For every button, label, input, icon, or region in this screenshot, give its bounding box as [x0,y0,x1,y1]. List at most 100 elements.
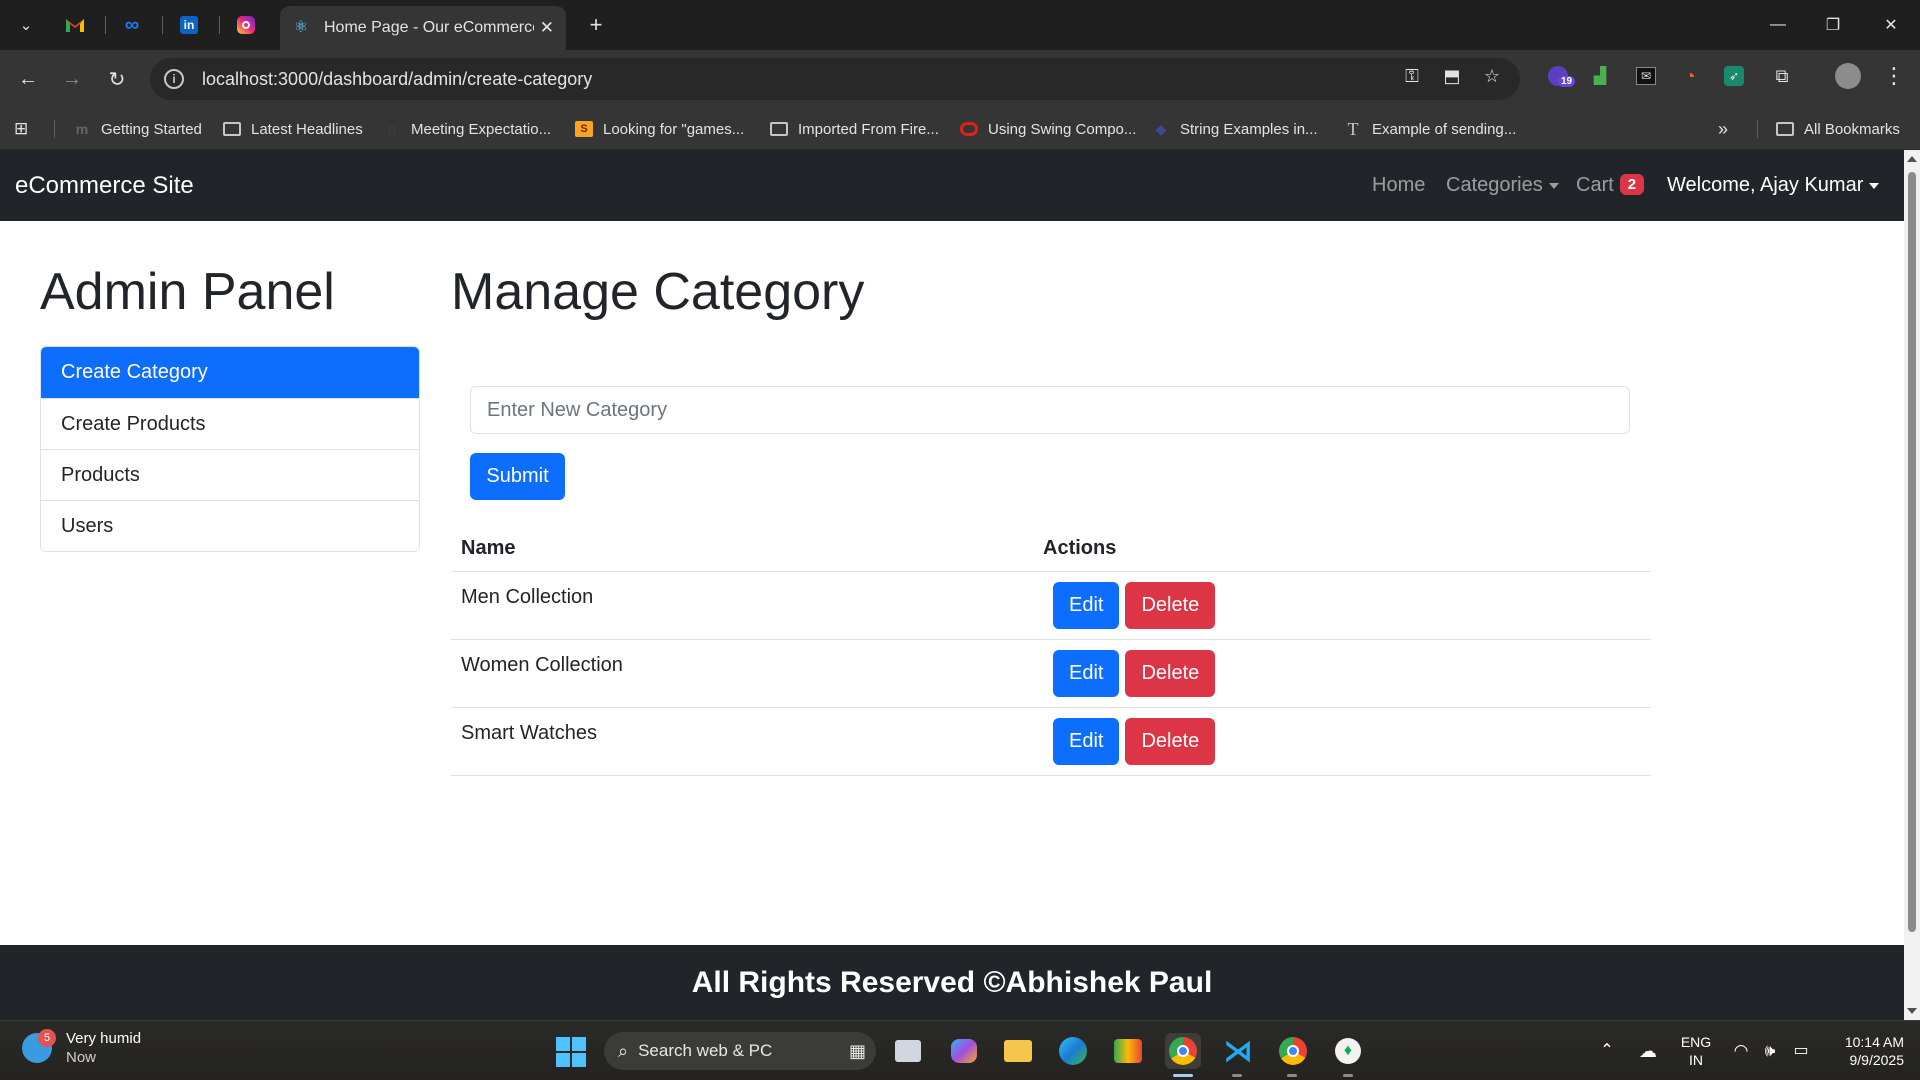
password-key-icon[interactable]: ⚿ [1398,62,1426,90]
mongodb-compass-icon[interactable]: ♦ [1330,1033,1366,1069]
actions-cell: Edit Delete [1033,639,1651,708]
clock[interactable]: 10:14 AM 9/9/2025 [1826,1021,1904,1080]
new-tab-icon[interactable]: + [580,10,612,40]
task-view-icon[interactable] [890,1033,926,1069]
bookmark-using-swing-components[interactable]: Using Swing Compo... [960,118,1136,140]
category-table: Name Actions Men Collection Edit Delete W… [451,527,1651,776]
linkedin-pinned-tab[interactable]: in [169,10,209,40]
search-highlight-icon: ▦ [848,1040,866,1061]
page-viewport: eCommerce Site Home Categories Cart 2 Wel… [0,150,1904,1020]
reload-icon[interactable]: ↻ [101,63,133,95]
tab-divider [219,16,220,34]
sidebar-item-products[interactable]: Products [41,449,419,500]
edit-button[interactable]: Edit [1053,717,1120,765]
copilot-icon[interactable] [946,1033,982,1069]
site-info-icon[interactable]: i [164,69,184,89]
extension-icon[interactable]: 19 [1544,62,1576,90]
install-app-icon[interactable]: ⬒ [1438,62,1466,90]
submit-button[interactable]: Submit [470,453,565,500]
battery-icon[interactable]: ▭ [1789,1021,1813,1080]
back-arrow-icon[interactable]: ← [12,63,44,95]
delete-button[interactable]: Delete [1125,581,1216,629]
bookmark-string-examples[interactable]: ◆ String Examples in... [1152,118,1318,140]
bookmark-label: Latest Headlines [251,120,363,138]
rocket-extension-icon[interactable]: ➶ [1720,62,1748,90]
scroll-up-arrow-icon[interactable] [1907,156,1917,162]
chart-extension-icon[interactable]: ▟ [1586,62,1614,90]
onedrive-cloud-icon[interactable]: ☁ [1634,1021,1662,1080]
meta-pinned-tab[interactable]: ∞ [112,10,152,40]
puzzle-extensions-icon[interactable]: ⧉ [1768,62,1796,90]
profile-avatar[interactable] [1834,62,1862,90]
start-button-windows-icon[interactable] [556,1037,586,1067]
meet-app-icon[interactable] [1110,1033,1146,1069]
taskbar-search-placeholder: Search web & PC [638,1041,773,1060]
volume-icon[interactable]: 🕪 [1758,1021,1782,1080]
chrome-taskbar-icon[interactable] [1165,1033,1201,1069]
weather-condition: Very humid [66,1030,142,1047]
nav-categories-dropdown[interactable]: Categories [1446,174,1559,197]
edit-button[interactable]: Edit [1053,649,1120,697]
taskbar-search-box[interactable]: ⌕ Search web & PC ▦ [604,1032,876,1070]
show-hidden-icons-chevron-icon[interactable]: ⌃ [1597,1021,1617,1080]
nav-categories-label: Categories [1446,174,1543,196]
language-code: ENG [1680,1034,1712,1050]
address-bar[interactable]: i localhost:3000/dashboard/admin/create-… [150,58,1520,100]
wifi-icon[interactable]: ◠ [1729,1021,1753,1080]
linkedin-icon: in [180,16,198,34]
forward-arrow-icon[interactable]: → [56,63,88,95]
apps-grid-icon[interactable]: ⊞ [14,118,28,140]
bookmark-getting-started[interactable]: m Getting Started [73,118,202,140]
orange-extension-icon[interactable]: ◔ [1676,62,1704,90]
vscode-icon[interactable]: ⋊ [1220,1033,1256,1069]
bookmark-latest-headlines[interactable]: Latest Headlines [223,118,363,140]
close-tab-icon[interactable]: ✕ [540,18,554,38]
bookmark-favicon-icon: T [1347,118,1359,139]
bookmark-meeting-expectations[interactable]: ◌ Meeting Expectatio... [383,118,551,140]
footer-copyright-text: All Rights Reserved ©Abhishek Paul [691,965,1213,999]
edit-button[interactable]: Edit [1053,581,1120,629]
instagram-pinned-tab[interactable] [226,10,266,40]
language-indicator[interactable]: ENG IN [1676,1021,1716,1080]
sidebar-item-create-products[interactable]: Create Products [41,398,419,449]
site-brand[interactable]: eCommerce Site [15,172,194,200]
nav-home-link[interactable]: Home [1372,174,1425,197]
close-window-icon[interactable]: ✕ [1868,10,1914,40]
bookmark-star-icon[interactable]: ☆ [1478,62,1506,90]
windows-taskbar: 5 Very humid Now ⌕ Search web & PC ▦ ⋊ ♦… [0,1020,1920,1080]
bookmarks-divider [1757,120,1758,138]
weather-widget[interactable]: 5 Very humid Now [22,1029,141,1067]
gmail-pinned-tab[interactable] [55,10,95,40]
minimize-window-icon[interactable]: — [1755,10,1801,40]
scroll-down-arrow-icon[interactable] [1907,1008,1917,1014]
nav-cart-link[interactable]: Cart 2 [1576,174,1645,197]
new-category-input[interactable] [470,386,1630,434]
bookmark-looking-for-games[interactable]: S Looking for "games... [575,118,744,140]
edge-browser-icon[interactable] [1055,1033,1091,1069]
more-bookmarks-chevron-icon[interactable]: » [1718,118,1728,140]
running-app-indicator [1343,1074,1353,1077]
scrollbar-thumb[interactable] [1908,172,1916,932]
delete-button[interactable]: Delete [1125,717,1216,765]
page-scrollbar[interactable] [1904,150,1920,1020]
file-explorer-icon[interactable] [1000,1033,1036,1069]
url-text[interactable]: localhost:3000/dashboard/admin/create-ca… [202,69,592,90]
sidebar-item-users[interactable]: Users [41,500,419,551]
page-title: Manage Category [451,263,865,321]
actions-cell: Edit Delete [1033,571,1651,640]
bookmark-favicon-icon: ◌ [387,121,397,137]
restore-window-icon[interactable]: ❐ [1810,10,1856,40]
all-bookmarks-folder[interactable]: All Bookmarks [1776,118,1900,140]
bookmark-example-of-sending[interactable]: T Example of sending... [1344,118,1517,140]
chrome-profile-icon[interactable] [1275,1033,1311,1069]
bookmark-imported-from-firefox[interactable]: Imported From Fire... [770,118,939,140]
user-menu-dropdown[interactable]: Welcome, Ajay Kumar [1667,174,1880,197]
sidebar-item-create-category[interactable]: Create Category [41,347,419,398]
welcome-label: Welcome, Ajay Kumar [1667,174,1864,196]
browser-menu-icon[interactable]: ⋮ [1880,62,1908,90]
delete-button[interactable]: Delete [1125,649,1216,697]
weather-time: Now [66,1049,97,1066]
mail-extension-icon[interactable]: ✉ [1632,62,1660,90]
tab-search-chevron-icon[interactable]: ⌄ [10,10,42,40]
active-browser-tab[interactable]: ⚛ Home Page - Our eCommerce S ✕ [280,6,566,50]
